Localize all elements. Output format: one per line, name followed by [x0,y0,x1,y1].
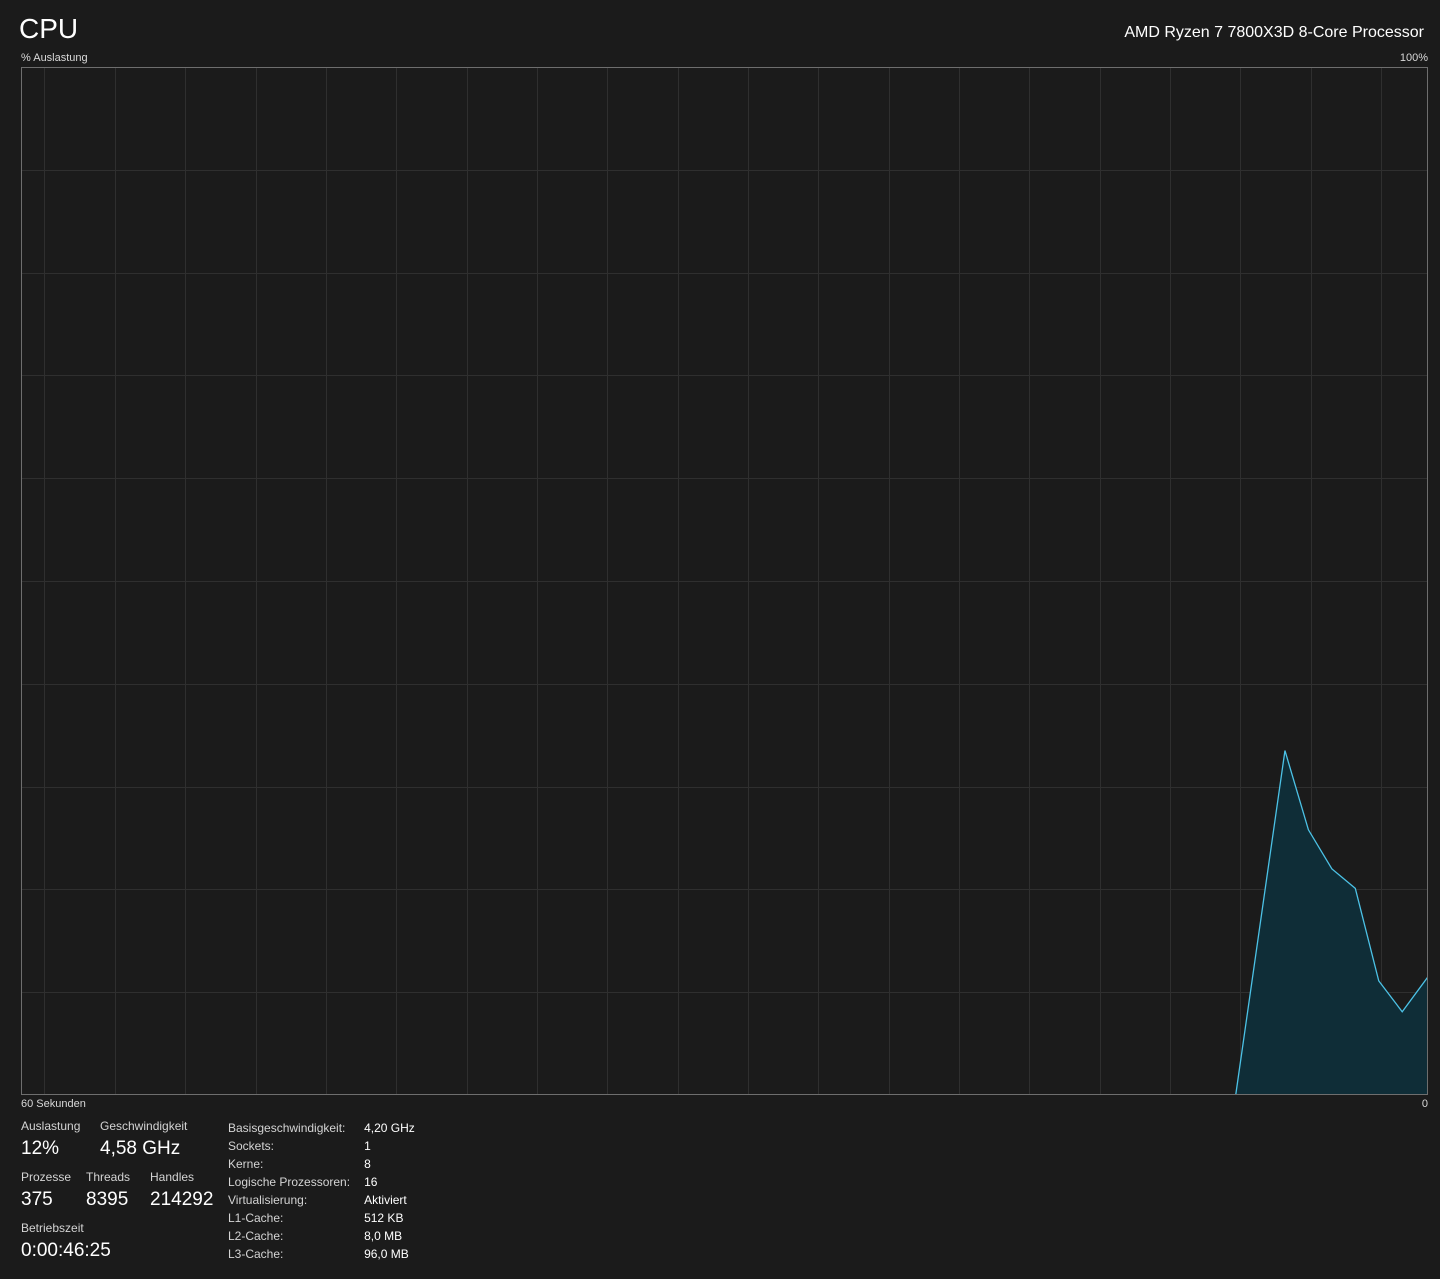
stat-prozesse: Prozesse 375 [21,1169,71,1213]
stat-threads-label: Threads [86,1170,131,1184]
graph-x-min-label: 0 [1421,1098,1428,1110]
graph-y-axis-label: % Auslastung [21,52,88,64]
cpu-details-table: Basisgeschwindigkeit: 4,20 GHz Sockets: … [228,1119,415,1263]
stat-betriebszeit-value: 0:00:46:25 [21,1240,111,1261]
details-row: L1-Cache: 512 KB [228,1209,415,1227]
cpu-usage-graph-svg [21,67,1428,1095]
detail-value: 16 [364,1175,378,1189]
stat-handles: Handles 214292 [150,1169,213,1213]
detail-key: L3-Cache: [228,1247,284,1261]
cpu-stats: Auslastung 12% Geschwindigkeit 4,58 GHz … [21,1118,221,1268]
stat-auslastung-label: Auslastung [21,1119,81,1133]
details-row: Basisgeschwindigkeit: 4,20 GHz [228,1119,415,1137]
detail-value: 4,20 GHz [364,1121,415,1135]
graph-y-max-label: 100% [1399,52,1428,64]
stat-auslastung-value: 12% [21,1138,60,1159]
detail-value: 512 KB [364,1211,404,1225]
detail-key: L1-Cache: [228,1211,284,1225]
detail-value: Aktiviert [364,1193,407,1207]
stat-geschwindigkeit: Geschwindigkeit 4,58 GHz [100,1118,187,1162]
stat-handles-label: Handles [150,1170,195,1184]
stat-threads: Threads 8395 [86,1169,130,1213]
details-row: L2-Cache: 8,0 MB [228,1227,415,1245]
detail-value: 8,0 MB [364,1229,403,1243]
stat-handles-value: 214292 [150,1189,214,1210]
task-manager-cpu-panel: CPU AMD Ryzen 7 7800X3D 8-Core Processor… [0,0,1440,1279]
detail-value: 8 [364,1157,371,1171]
detail-key: Kerne: [228,1157,264,1171]
detail-key: Sockets: [228,1139,275,1153]
stat-geschwindigkeit-label: Geschwindigkeit [100,1119,188,1133]
detail-key: Basisgeschwindigkeit: [228,1121,346,1135]
cpu-usage-graph[interactable] [21,67,1428,1095]
stat-prozesse-label: Prozesse [21,1170,72,1184]
details-row: Logische Prozessoren: 16 [228,1173,415,1191]
details-row: Kerne: 8 [228,1155,415,1173]
detail-value: 96,0 MB [364,1247,409,1261]
cpu-model-name: AMD Ryzen 7 7800X3D 8-Core Processor [1124,24,1424,41]
detail-value: 1 [364,1139,371,1153]
detail-key: Logische Prozessoren: [228,1175,351,1189]
stat-betriebszeit: Betriebszeit 0:00:46:25 [21,1220,111,1264]
stat-auslastung: Auslastung 12% [21,1118,80,1162]
stat-geschwindigkeit-value: 4,58 GHz [100,1138,181,1159]
stat-prozesse-value: 375 [21,1189,53,1210]
page-title: CPU [19,13,79,44]
graph-x-axis-label: 60 Sekunden [21,1098,86,1110]
details-row: Virtualisierung: Aktiviert [228,1191,415,1209]
cpu-details: Basisgeschwindigkeit: 4,20 GHz Sockets: … [228,1119,415,1263]
stat-threads-value: 8395 [86,1189,129,1210]
stat-betriebszeit-label: Betriebszeit [21,1221,84,1235]
details-row: Sockets: 1 [228,1137,415,1155]
detail-key: L2-Cache: [228,1229,284,1243]
details-row: L3-Cache: 96,0 MB [228,1245,415,1263]
detail-key: Virtualisierung: [228,1193,308,1207]
